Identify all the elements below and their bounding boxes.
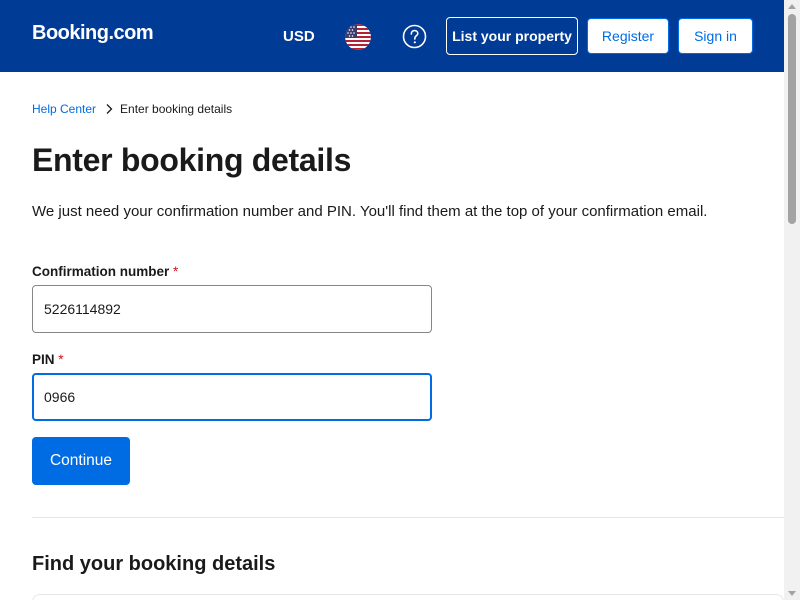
page: Booking.com USD List your property Regis…	[0, 0, 800, 600]
list-your-property-button[interactable]: List your property	[446, 17, 578, 55]
details-card	[32, 594, 784, 600]
pin-label: PIN *	[32, 352, 64, 367]
find-booking-heading: Find your booking details	[32, 553, 276, 575]
section-divider	[32, 517, 784, 518]
top-header: Booking.com USD List your property Regis…	[0, 0, 784, 72]
page-title: Enter booking details	[32, 142, 352, 178]
intro-text: We just need your confirmation number an…	[32, 203, 708, 220]
continue-button[interactable]: Continue	[32, 437, 130, 485]
booking-logo[interactable]: Booking.com	[32, 22, 154, 45]
confirmation-number-label-text: Confirmation number	[32, 264, 170, 279]
scroll-down-arrow-icon[interactable]	[788, 591, 796, 596]
question-circle-icon[interactable]	[402, 24, 427, 49]
breadcrumb: Help Center Enter booking details	[32, 102, 232, 116]
confirmation-number-input[interactable]	[32, 285, 432, 333]
scrollbar-thumb[interactable]	[788, 14, 796, 224]
currency-selector[interactable]: USD	[283, 28, 315, 45]
scroll-up-arrow-icon[interactable]	[788, 4, 796, 9]
us-flag-icon[interactable]	[345, 24, 371, 50]
sign-in-button[interactable]: Sign in	[678, 18, 753, 54]
pin-input[interactable]	[32, 373, 432, 421]
register-button[interactable]: Register	[587, 18, 669, 54]
required-mark: *	[58, 352, 64, 367]
chevron-right-icon	[106, 104, 113, 114]
breadcrumb-help-center[interactable]: Help Center	[32, 102, 96, 116]
pin-label-text: PIN	[32, 352, 55, 367]
breadcrumb-current: Enter booking details	[120, 102, 233, 116]
page-scrollbar[interactable]	[784, 0, 800, 600]
required-mark: *	[173, 264, 179, 279]
confirmation-number-label: Confirmation number *	[32, 264, 178, 279]
